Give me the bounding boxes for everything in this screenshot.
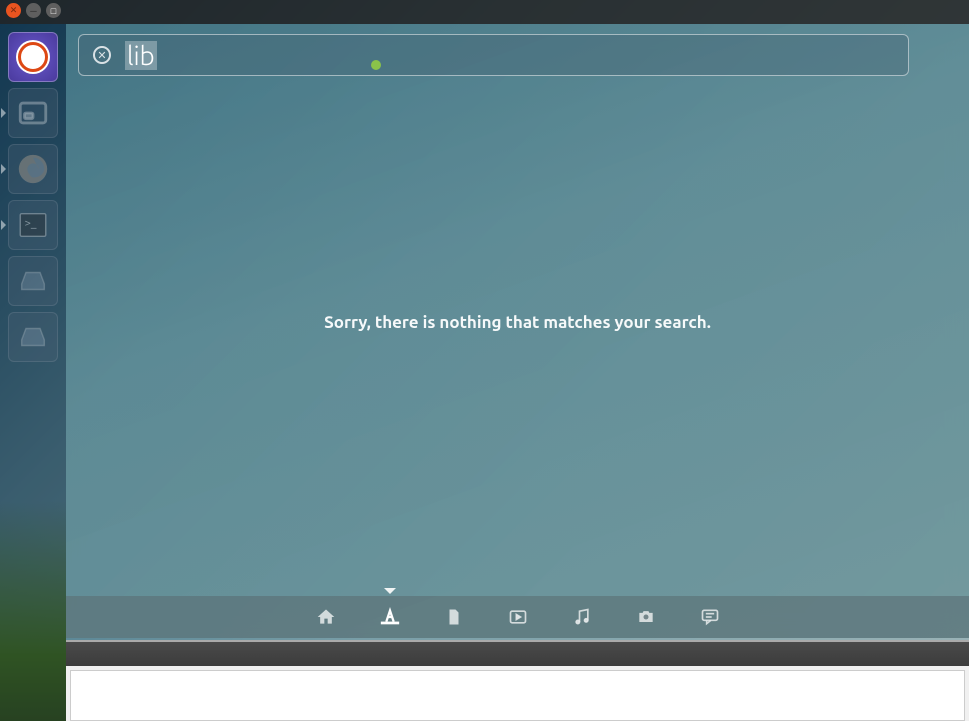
dash-overlay: ✕ lib Sorry, there is nothing that match…: [66, 24, 969, 638]
firefox-icon: [16, 152, 50, 186]
lens-social[interactable]: [699, 606, 721, 628]
files-icon: [16, 96, 50, 130]
ubuntu-logo-icon: [16, 40, 50, 74]
svg-text:>_: >_: [25, 216, 37, 229]
launcher-terminal[interactable]: >_: [8, 200, 58, 250]
notification-indicator-icon: [371, 60, 381, 70]
document-icon: [445, 607, 463, 627]
search-bar[interactable]: ✕ lib: [78, 34, 909, 76]
launcher-drive-2[interactable]: [8, 312, 58, 362]
background-window[interactable]: [66, 640, 969, 721]
clear-search-button[interactable]: ✕: [93, 46, 111, 64]
titlebar: [0, 0, 969, 24]
launcher-firefox[interactable]: [8, 144, 58, 194]
launcher: >_: [0, 24, 66, 721]
close-button[interactable]: ✕: [6, 3, 21, 18]
no-results-message: Sorry, there is nothing that matches you…: [324, 313, 711, 332]
lens-home[interactable]: [315, 606, 337, 628]
home-icon: [316, 607, 336, 627]
lens-files[interactable]: [443, 606, 465, 628]
results-area: Sorry, there is nothing that matches you…: [66, 94, 969, 590]
launcher-dash-button[interactable]: [8, 32, 58, 82]
lens-video[interactable]: [507, 606, 529, 628]
launcher-files[interactable]: [8, 88, 58, 138]
drive-icon: [16, 264, 50, 298]
maximize-button[interactable]: □: [46, 3, 61, 18]
lens-music[interactable]: [571, 606, 593, 628]
search-input[interactable]: lib: [125, 41, 157, 70]
launcher-drive-1[interactable]: [8, 256, 58, 306]
background-window-content: [70, 670, 965, 721]
lens-bar: [66, 596, 969, 638]
terminal-icon: >_: [16, 208, 50, 242]
lens-applications[interactable]: [379, 606, 401, 628]
camera-icon: [635, 607, 657, 627]
lens-photos[interactable]: [635, 606, 657, 628]
chat-icon: [700, 607, 720, 627]
music-icon: [572, 607, 592, 627]
applications-icon: [379, 606, 401, 628]
background-window-titlebar[interactable]: [66, 642, 969, 666]
minimize-button[interactable]: ─: [26, 3, 41, 18]
video-icon: [508, 607, 528, 627]
window-controls: ✕ ─ □: [6, 3, 61, 18]
drive-icon: [16, 320, 50, 354]
